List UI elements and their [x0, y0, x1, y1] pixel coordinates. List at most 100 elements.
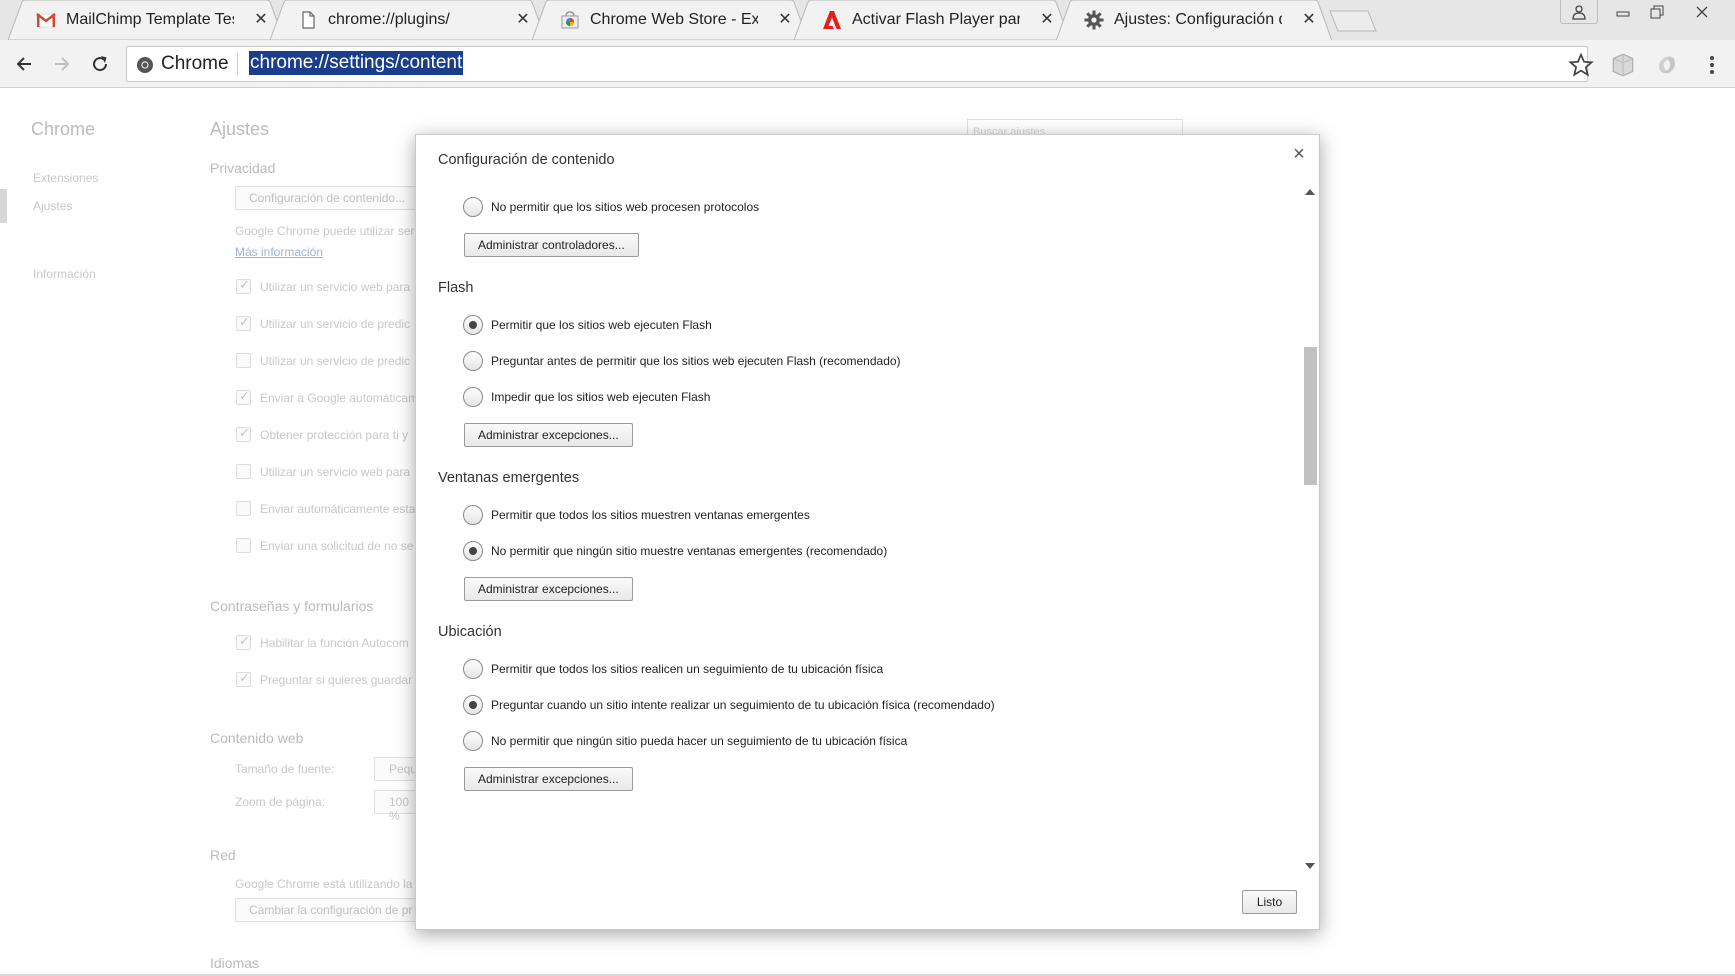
minimize-button[interactable] [1606, 0, 1640, 24]
dialog-body: No permitir que los sitios web procesen … [416, 187, 1321, 871]
close-icon[interactable]: ✕ [1300, 9, 1318, 29]
page-title: Ajustes [210, 119, 270, 139]
url-text[interactable]: chrome://settings/content [249, 51, 464, 75]
checkbox[interactable]: ✓ [236, 277, 251, 294]
radio-option[interactable]: Impedir que los sitios web ejecuten Flas… [463, 387, 710, 407]
checkbox-label: Enviar una solicitud de no se [260, 539, 414, 553]
gear-icon [1084, 10, 1104, 30]
checkbox[interactable]: ✓ [236, 314, 251, 331]
close-icon[interactable]: ✕ [514, 9, 532, 29]
close-window-button[interactable] [1680, 0, 1724, 24]
close-icon[interactable]: ✕ [252, 9, 270, 29]
minimize-icon [1616, 11, 1630, 17]
proxy-settings-button[interactable]: Cambiar la configuración de pr [235, 898, 427, 922]
close-icon[interactable]: ✕ [1038, 9, 1056, 29]
checkbox[interactable]: ✓ [236, 388, 251, 405]
radio-option[interactable]: No permitir que los sitios web procesen … [463, 197, 759, 217]
checkbox-label: Obtener protección para ti y [260, 428, 409, 442]
new-tab-button[interactable] [1328, 9, 1378, 33]
radio-button[interactable] [463, 387, 483, 407]
radio-option[interactable]: Permitir que los sitios web ejecuten Fla… [463, 315, 712, 335]
radio-button[interactable] [463, 731, 483, 751]
scroll-up-arrow-icon[interactable] [1305, 189, 1315, 195]
done-button[interactable]: Listo [1242, 890, 1297, 914]
radio-option[interactable]: Permitir que todos los sitios realicen u… [463, 659, 883, 679]
extension-icon[interactable] [1610, 52, 1636, 78]
radio-option[interactable]: Permitir que todos los sitios muestren v… [463, 505, 810, 525]
flash-manage-exceptions-button[interactable]: Administrar excepciones... [464, 423, 633, 447]
radio-label: Permitir que todos los sitios muestren v… [491, 508, 810, 522]
radio-option[interactable]: Preguntar antes de permitir que los siti… [463, 351, 901, 371]
checkbox-label: Utilizar un servicio web para [260, 465, 411, 479]
tab-settings[interactable]: Ajustes: Configuración de c ✕ [1056, 0, 1332, 40]
profile-button[interactable] [1560, 0, 1598, 24]
radio-button[interactable] [463, 659, 483, 679]
popups-manage-exceptions-button[interactable]: Administrar excepciones... [464, 577, 633, 601]
tab-strip: MailChimp Template Test - ✕ chrome://plu… [0, 0, 1735, 40]
checkmark-icon: ✓ [239, 633, 250, 648]
menu-icon[interactable] [1702, 52, 1722, 78]
sidebar-item-about[interactable]: Información [33, 267, 96, 281]
radio-button[interactable] [463, 197, 483, 217]
privacy-description: Google Chrome puede utilizar ser [235, 224, 415, 238]
content-settings-button[interactable]: Configuración de contenido... [235, 186, 420, 210]
close-icon[interactable]: × [1289, 143, 1309, 166]
sidebar-title: Chrome [31, 119, 96, 139]
radio-button[interactable] [463, 351, 483, 371]
checkbox-label: Enviar a Google automáticam [260, 391, 419, 405]
dialog-scrollbar[interactable] [1301, 187, 1317, 871]
radio-button[interactable] [463, 541, 483, 561]
scroll-thumb[interactable] [1304, 347, 1317, 485]
checkbox[interactable]: ✓ [236, 425, 251, 442]
tab-title: Ajustes: Configuración de c [1114, 11, 1282, 28]
manage-handlers-button[interactable]: Administrar controladores... [464, 233, 639, 257]
radio-button[interactable] [463, 695, 483, 715]
checkbox[interactable] [236, 353, 251, 368]
checkmark-icon: ✓ [239, 670, 250, 685]
toolbar: Chrome chrome://settings/content [0, 40, 1735, 88]
tab-title: chrome://plugins/ [328, 11, 450, 28]
omnibox-separator [237, 53, 238, 75]
tab-mailchimp[interactable]: MailChimp Template Test - ✕ [8, 0, 284, 40]
more-info-link[interactable]: Más información [235, 245, 323, 259]
radio-label: Preguntar cuando un sitio intente realiz… [491, 698, 995, 712]
checkbox-label: Utilizar un servicio de predic [260, 354, 411, 368]
extension-swirl-icon[interactable] [1654, 52, 1680, 78]
radio-button[interactable] [463, 315, 483, 335]
checkbox[interactable]: ✓ [236, 633, 251, 650]
tab-flash-activate[interactable]: Activar Flash Player para G ✕ [794, 0, 1070, 40]
checkbox[interactable] [236, 501, 251, 516]
languages-heading: Idiomas [210, 955, 260, 971]
radio-label: No permitir que ningún sitio muestre ven… [491, 544, 888, 558]
radio-option[interactable]: Preguntar cuando un sitio intente realiz… [463, 695, 995, 715]
page-icon [298, 10, 318, 30]
checkbox-label: Utilizar un servicio de predic [260, 317, 411, 331]
location-manage-exceptions-button[interactable]: Administrar excepciones... [464, 767, 633, 791]
checkbox[interactable]: ✓ [236, 670, 251, 687]
checkbox[interactable] [236, 538, 251, 553]
radio-button[interactable] [463, 505, 483, 525]
tab-webstore[interactable]: Chrome Web Store - Exten: ✕ [532, 0, 808, 40]
bookmark-star-icon[interactable] [1568, 52, 1594, 78]
checkbox[interactable] [236, 464, 251, 479]
radio-option[interactable]: No permitir que ningún sitio muestre ven… [463, 541, 887, 561]
address-bar[interactable]: Chrome chrome://settings/content [126, 46, 1588, 82]
close-icon[interactable]: ✕ [776, 9, 794, 29]
web-content-heading: Contenido web [210, 730, 304, 746]
radio-label: Impedir que los sitios web ejecuten Flas… [491, 390, 711, 404]
radio-option[interactable]: No permitir que ningún sitio pueda hacer… [463, 731, 907, 751]
checkbox-label: Preguntar si quieres guardar [260, 673, 413, 687]
checkbox-label: Utilizar un servicio web para [260, 280, 411, 294]
tab-plugins[interactable]: chrome://plugins/ ✕ [270, 0, 546, 40]
reload-button[interactable] [86, 50, 114, 78]
sidebar-item-settings[interactable]: Ajustes [33, 199, 72, 213]
restore-button[interactable] [1640, 0, 1674, 24]
network-description: Google Chrome está utilizando la [235, 877, 413, 891]
reload-icon [93, 56, 108, 72]
radio-label: Permitir que todos los sitios realicen u… [491, 662, 884, 676]
forward-button[interactable] [48, 50, 76, 78]
back-button[interactable] [10, 50, 38, 78]
adobe-icon [822, 10, 842, 30]
passwords-heading: Contraseñas y formularios [210, 598, 374, 614]
sidebar-item-extensions[interactable]: Extensiones [33, 171, 98, 185]
